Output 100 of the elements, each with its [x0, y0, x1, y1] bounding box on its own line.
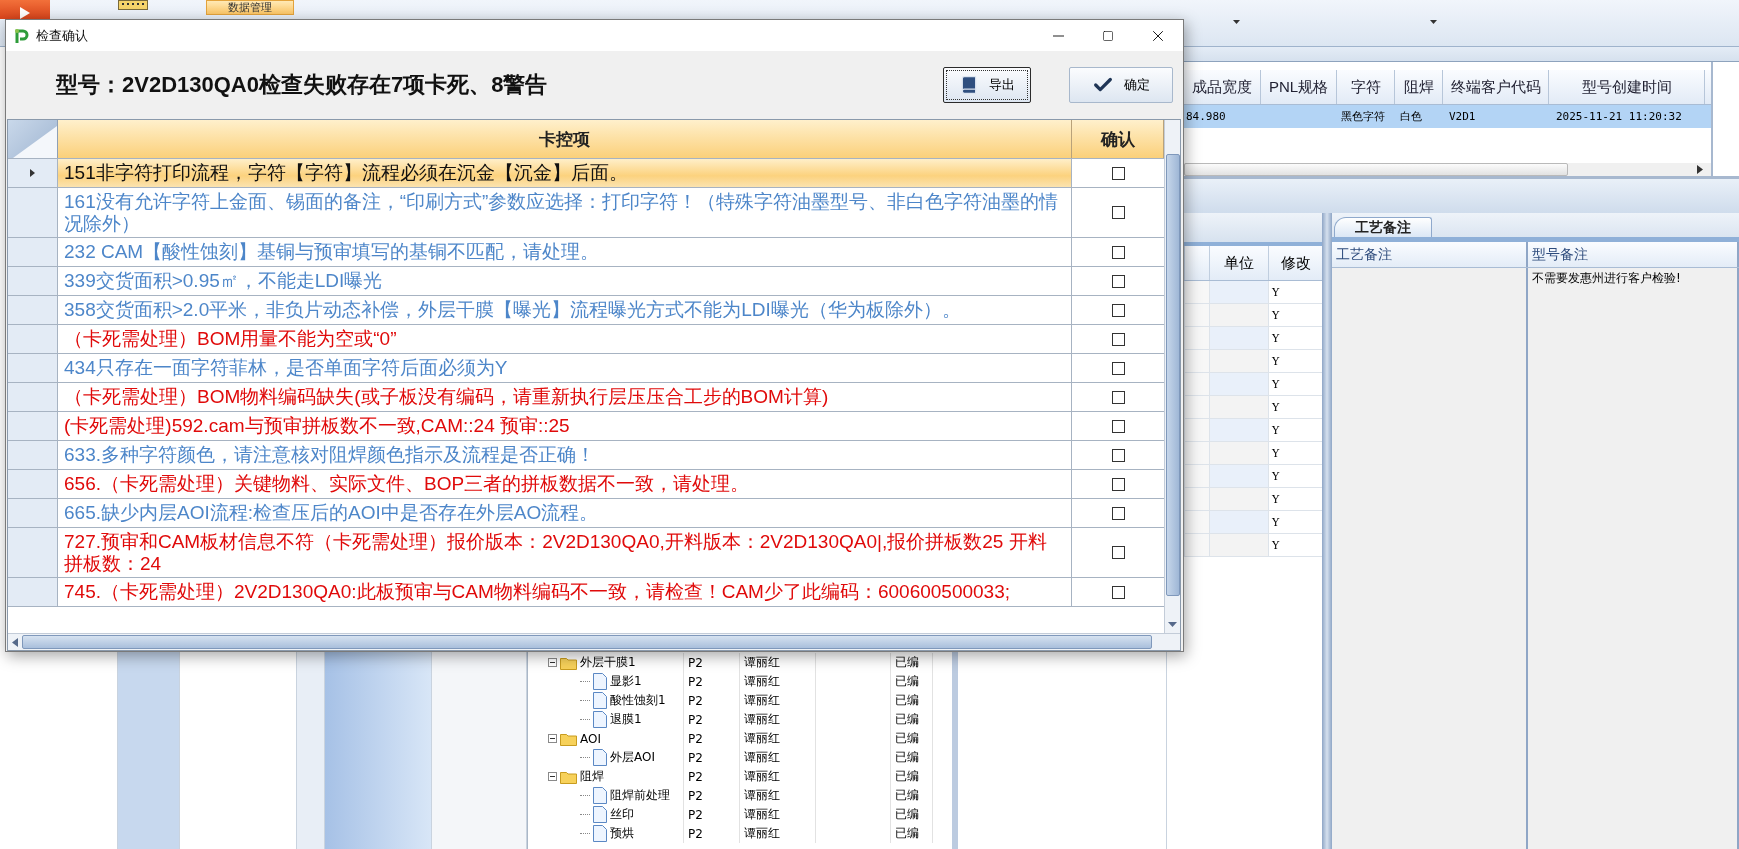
- column-header[interactable]: PNL规格: [1261, 70, 1337, 104]
- table-cell: 已编: [890, 805, 932, 824]
- checkbox[interactable]: [1111, 245, 1125, 259]
- table-row[interactable]: 745.（卡死需处理）2V2D130QA0:此板预审与CAM物料编码不一致，请检查！CAM少了此编码：600600500033;: [8, 578, 1164, 607]
- check-item-text: 656.（卡死需处理）关键物料、实际文件、BOP三者的拼板数据不一致，请处理。: [58, 470, 1072, 498]
- export-button[interactable]: 导出: [943, 67, 1031, 103]
- table-row[interactable]: 434只存在一面字符菲林，是否单面字符后面必须为Y: [8, 354, 1164, 383]
- table-row[interactable]: 633.多种字符颜色，请注意核对阻焊颜色指示及流程是否正确！: [8, 441, 1164, 470]
- table-cell: 谭丽红: [739, 805, 815, 824]
- check-item-text: 745.（卡死需处理）2V2D130QA0:此板预审与CAM物料编码不一致，请检查！CAM少了此编码：600600500033;: [58, 578, 1072, 606]
- table-cell: P2: [683, 710, 739, 729]
- column-header[interactable]: 型号创建时间: [1549, 70, 1705, 104]
- table-cell: 谭丽红: [739, 691, 815, 710]
- document-icon: [593, 825, 607, 842]
- tree-node-label[interactable]: 外层干膜1: [580, 654, 636, 671]
- checkbox[interactable]: [1111, 419, 1125, 433]
- checkbox[interactable]: [1111, 274, 1125, 288]
- horizontal-scrollbar[interactable]: [1184, 163, 1711, 176]
- checkbox[interactable]: [1111, 390, 1125, 404]
- table-cell: 谭丽红: [739, 767, 815, 786]
- dropdown-caret-icon[interactable]: [1430, 20, 1437, 24]
- table-row[interactable]: （卡死需处理）BOM用量不能为空或“0”: [8, 325, 1164, 354]
- check-item-text: 358交货面积>2.0平米，非负片动态补偿，外层干膜【曝光】流程曝光方式不能为LDI曝光（华为板除外）。: [58, 296, 1072, 324]
- table-cell: 已编: [890, 767, 932, 786]
- table-cell: 已编: [890, 729, 932, 748]
- tree-node-label[interactable]: 显影1: [610, 673, 642, 690]
- collapse-icon[interactable]: [548, 658, 557, 667]
- table-cell: P2: [683, 748, 739, 767]
- table-cell-text: V2D1: [1448, 109, 1477, 125]
- column-header[interactable]: 确认: [1072, 120, 1164, 158]
- table-row[interactable]: 232 CAM【酸性蚀刻】基铜与预审填写的基铜不匹配，请处理。: [8, 238, 1164, 267]
- collapse-icon[interactable]: [548, 734, 557, 743]
- column-header[interactable]: 卡控项: [58, 120, 1072, 158]
- table-row[interactable]: 84.980 黑色字符 白色 V2D1 2025-11-21 11:20:32: [1184, 105, 1711, 128]
- table-cell: 已编: [890, 786, 932, 805]
- table-row[interactable]: 358交货面积>2.0平米，非负片动态补偿，外层干膜【曝光】流程曝光方式不能为LDI曝光（华为板除外）。: [8, 296, 1164, 325]
- table-cell: 已编: [890, 691, 932, 710]
- table-cell: 谭丽红: [739, 824, 815, 843]
- table-row[interactable]: 339交货面积>0.95㎡，不能走LDI曝光: [8, 267, 1164, 296]
- document-icon: [593, 749, 607, 766]
- table-row[interactable]: （卡死需处理）BOM物料编码缺失(或子板没有编码，请重新执行层压压合工步的BOM计算): [8, 383, 1164, 412]
- tree-node-label[interactable]: 丝印: [610, 806, 634, 823]
- tree-node-label[interactable]: 酸性蚀刻1: [610, 692, 666, 709]
- checkbox[interactable]: [1111, 477, 1125, 491]
- window-title: 检查确认: [36, 26, 88, 45]
- maximize-icon: [1102, 29, 1114, 42]
- app-icon[interactable]: [0, 0, 50, 19]
- document-icon: [593, 673, 607, 690]
- table-cell-text: 84.980: [1185, 109, 1227, 125]
- tree-node-label[interactable]: 退膜1: [610, 711, 642, 728]
- column-header[interactable]: 终端客户代码: [1443, 70, 1549, 104]
- collapse-icon[interactable]: [548, 772, 557, 781]
- folder-icon: [560, 769, 577, 784]
- row-pointer-icon: [30, 169, 35, 177]
- checkbox[interactable]: [1111, 361, 1125, 375]
- check-item-text: 151非字符打印流程，字符【字符】流程必须在沉金【沉金】后面。: [58, 159, 1072, 187]
- table-row[interactable]: 656.（卡死需处理）关键物料、实际文件、BOP三者的拼板数据不一致，请处理。: [8, 470, 1164, 499]
- tree-node-label[interactable]: 外层AOI: [610, 749, 655, 766]
- app-logo-icon: [14, 27, 30, 44]
- table-cell-text: 黑色字符: [1340, 109, 1386, 125]
- column-header[interactable]: 单位: [1209, 246, 1268, 280]
- book-icon: [959, 75, 979, 95]
- table-row[interactable]: (卡死需处理)592.cam与预审拼板数不一致,CAM::24 预审::25: [8, 412, 1164, 441]
- checkbox[interactable]: [1111, 506, 1125, 520]
- tree-node-label[interactable]: AOI: [580, 731, 601, 746]
- checkbox[interactable]: [1111, 166, 1125, 180]
- dropdown-caret-icon[interactable]: [1233, 20, 1240, 24]
- column-header[interactable]: 字符: [1337, 70, 1395, 104]
- checkbox[interactable]: [1111, 546, 1125, 559]
- table-cell: P2: [683, 824, 739, 843]
- check-item-text: （卡死需处理）BOM物料编码缺失(或子板没有编码，请重新执行层压压合工步的BOM计算): [58, 383, 1072, 411]
- vertical-scrollbar[interactable]: [1164, 120, 1180, 633]
- tree-node-label[interactable]: 阻焊: [580, 768, 604, 785]
- scroll-down-icon[interactable]: [1168, 622, 1177, 627]
- table-cell: 已编: [890, 672, 932, 691]
- table-row[interactable]: 151非字符打印流程，字符【字符】流程必须在沉金【沉金】后面。: [8, 159, 1164, 188]
- data-management-button[interactable]: 数据管理: [206, 0, 294, 15]
- horizontal-scrollbar[interactable]: [8, 633, 1180, 650]
- tree-node-label[interactable]: 预烘: [610, 825, 634, 842]
- scroll-right-icon[interactable]: [1697, 165, 1703, 174]
- confirm-button[interactable]: 确定: [1069, 67, 1173, 103]
- checkbox[interactable]: [1111, 585, 1125, 599]
- table-cell: 谭丽红: [739, 786, 815, 805]
- table-cell: 谭丽红: [739, 653, 815, 672]
- table-cell: 谭丽红: [739, 710, 815, 729]
- table-cell: P2: [683, 767, 739, 786]
- column-header[interactable]: 阻焊: [1395, 70, 1443, 104]
- checkbox[interactable]: [1111, 332, 1125, 346]
- checkbox[interactable]: [1111, 303, 1125, 317]
- table-row[interactable]: 665.缺少内层AOI流程:检查压后的AOI中是否存在外层AO流程。: [8, 499, 1164, 528]
- checkbox[interactable]: [1111, 448, 1125, 462]
- checkbox[interactable]: [1111, 206, 1125, 219]
- dialog-heading: 型号：2V2D130QA0检查失败存在7项卡死、8警告: [56, 71, 548, 99]
- tree-node-label[interactable]: 阻焊前处理: [610, 787, 670, 804]
- check-item-text: 232 CAM【酸性蚀刻】基铜与预审填写的基铜不匹配，请处理。: [58, 238, 1072, 266]
- tab[interactable]: 工艺备注: [1334, 217, 1432, 237]
- table-cell: P2: [683, 672, 739, 691]
- grid-icon[interactable]: [118, 0, 148, 10]
- scroll-left-icon[interactable]: [12, 637, 18, 647]
- table-cell: 已编: [890, 748, 932, 767]
